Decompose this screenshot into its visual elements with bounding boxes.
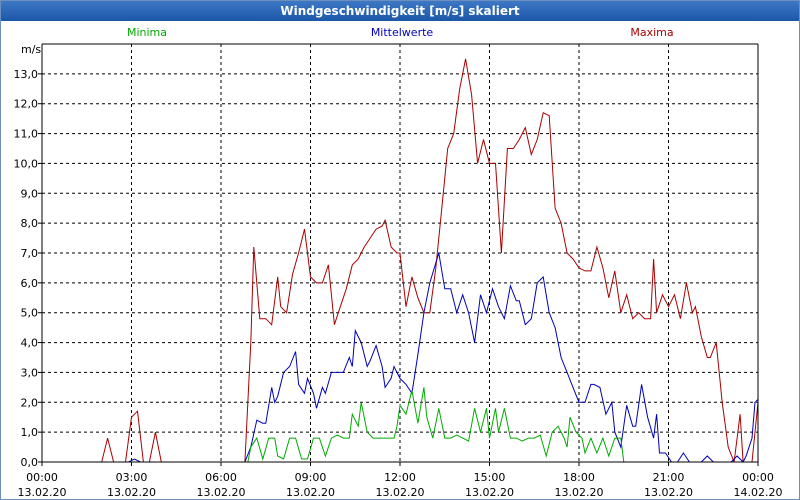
- x-tick-time: 06:00: [205, 471, 237, 484]
- x-tick-date: 13.02.20: [376, 486, 425, 499]
- x-tick-time: 18:00: [563, 471, 595, 484]
- y-tick-label: 1,0: [21, 426, 39, 439]
- y-tick-label: 4,0: [21, 337, 39, 350]
- y-axis: m/s 0,0 1,0 2,0 3,0 4,0 5,0 6,0 7,0 8,0 9,0 10,0 11…: [14, 43, 42, 469]
- legend-maxima: Maxima: [630, 26, 673, 39]
- x-tick-date: 13.02.20: [286, 486, 335, 499]
- x-tick-time: 00:00: [742, 471, 774, 484]
- legend-minima: Minima: [127, 26, 167, 39]
- x-tick-date: 13.02.20: [197, 486, 246, 499]
- y-tick-label: 2,0: [21, 396, 39, 409]
- chart-plot: m/s 0,0 1,0 2,0 3,0 4,0 5,0 6,0 7,0 8,0 9,0 10,0 11…: [14, 26, 783, 499]
- chart-window: Windgeschwindigkeit [m/s] skaliert m/s 0…: [0, 0, 800, 500]
- legend-mittelwerte: Mittelwerte: [371, 26, 434, 39]
- x-axis: 00:00 13.02.20 03:00 13.02.20 06:00 13.02.20 0…: [18, 462, 783, 499]
- y-tick-label: 11,0: [14, 128, 39, 141]
- series-line-maxima: [42, 58, 758, 463]
- x-tick-time: 15:00: [474, 471, 506, 484]
- y-tick-label: 13,0: [14, 68, 39, 81]
- y-tick-label: 9,0: [21, 187, 39, 200]
- y-tick-label: 7,0: [21, 247, 39, 260]
- y-axis-label: m/s: [21, 43, 41, 56]
- window-title: Windgeschwindigkeit [m/s] skaliert: [1, 1, 799, 21]
- y-tick-label: 10,0: [14, 157, 39, 170]
- x-tick-date: 14.02.20: [734, 486, 783, 499]
- x-tick-date: 13.02.20: [555, 486, 604, 499]
- y-tick-label: 0,0: [21, 456, 39, 469]
- x-tick-time: 03:00: [116, 471, 148, 484]
- x-tick-time: 00:00: [26, 471, 58, 484]
- legend: Minima Mittelwerte Maxima: [127, 26, 674, 39]
- y-tick-label: 5,0: [21, 307, 39, 320]
- y-tick-label: 3,0: [21, 366, 39, 379]
- series-group: [42, 58, 758, 463]
- x-tick-time: 12:00: [384, 471, 416, 484]
- x-tick-time: 09:00: [295, 471, 327, 484]
- x-tick-date: 13.02.20: [107, 486, 156, 499]
- x-tick-date: 13.02.20: [18, 486, 67, 499]
- y-tick-label: 12,0: [14, 98, 39, 111]
- x-tick-date: 13.02.20: [465, 486, 514, 499]
- y-tick-label: 6,0: [21, 277, 39, 290]
- y-tick-label: 8,0: [21, 217, 39, 230]
- x-tick-date: 13.02.20: [644, 486, 693, 499]
- x-tick-time: 21:00: [653, 471, 685, 484]
